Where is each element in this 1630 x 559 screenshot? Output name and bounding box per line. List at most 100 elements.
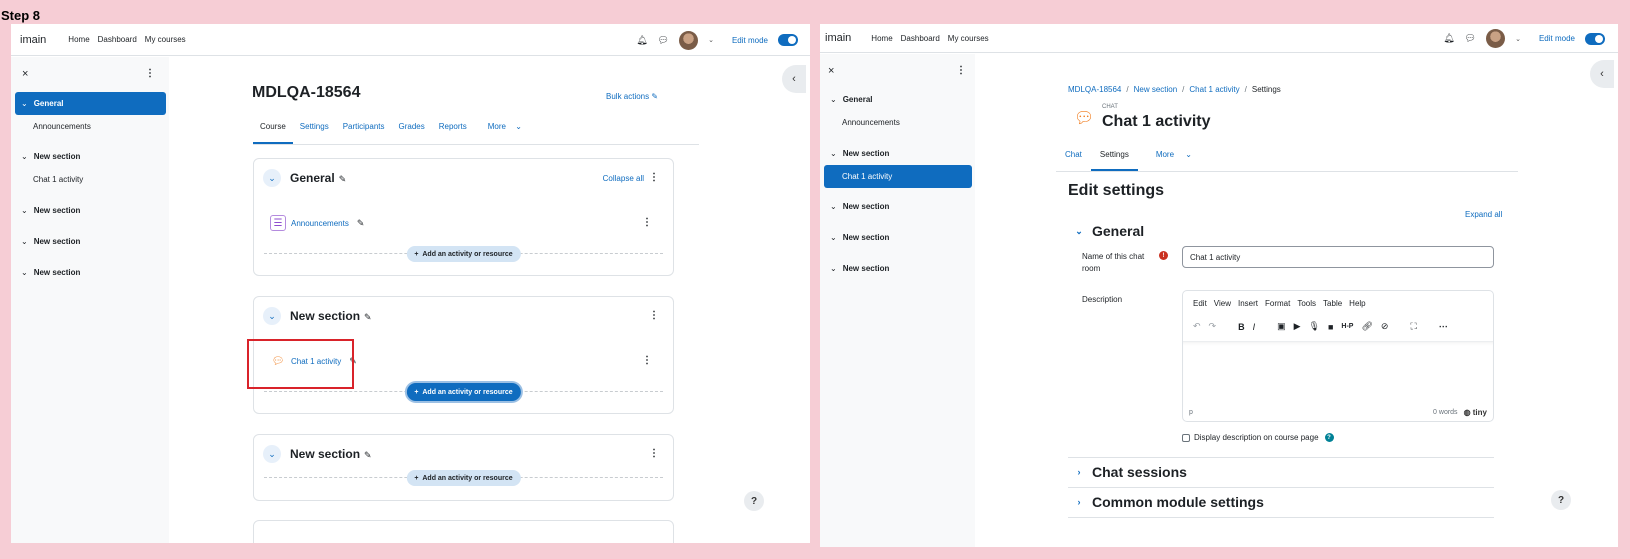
block-drawer-toggle[interactable]: ‹ [1590,60,1614,88]
edit-mode-toggle[interactable] [778,34,798,46]
tab-more[interactable]: More ⌄ [1138,142,1201,171]
drawer-section-general[interactable]: ⌄ General [824,88,972,111]
tab-participants[interactable]: Participants [336,113,392,144]
pencil-icon[interactable]: ✎ [364,450,372,460]
italic-icon[interactable]: I [1253,322,1256,332]
menu-table[interactable]: Table [1323,299,1342,308]
site-brand[interactable]: imain [825,32,851,44]
link-icon[interactable]: 🔗︎ [1361,321,1372,332]
drawer-section-new-3[interactable]: ⌄ New section [15,230,166,253]
site-brand[interactable]: imain [20,34,46,46]
nav-dashboard[interactable]: Dashboard [98,35,137,44]
description-editor[interactable]: Edit View Insert Format Tools Table Help… [1182,290,1494,422]
drawer-section-new-1[interactable]: ⌄ New section [15,145,166,168]
bold-icon[interactable]: B [1238,322,1245,332]
breadcrumb-activity[interactable]: Chat 1 activity [1189,85,1239,94]
kebab-menu-icon[interactable]: ⋮ [956,65,966,76]
menu-edit[interactable]: Edit [1193,299,1207,308]
nav-home[interactable]: Home [871,34,892,43]
kebab-menu-icon[interactable]: ⋮ [649,172,659,183]
kebab-menu-icon[interactable]: ⋮ [649,310,659,321]
tab-course[interactable]: Course [253,113,293,144]
tab-settings[interactable]: Settings [1090,142,1138,171]
expand-all-link[interactable]: Expand all [1465,210,1502,219]
kebab-menu-icon[interactable]: ⋮ [642,217,652,228]
image-icon[interactable]: ▣ [1277,321,1286,332]
edit-mode-toggle[interactable] [1585,32,1605,45]
microphone-icon[interactable]: 🎙︎ [1309,321,1320,332]
chevron-down-icon[interactable]: ⌄ [708,36,714,44]
avatar[interactable] [1486,29,1506,48]
close-drawer-icon[interactable]: × [828,65,834,77]
pencil-icon[interactable]: ✎ [364,312,372,322]
drawer-section-new-3[interactable]: ⌄ New section [824,226,972,249]
menu-view[interactable]: View [1214,299,1231,308]
h5p-icon[interactable]: H-P [1341,323,1353,330]
nav-my-courses[interactable]: My courses [145,35,186,44]
drawer-item-chat[interactable]: Chat 1 activity [824,165,972,188]
editor-content-area[interactable] [1183,341,1493,407]
drawer-section-new-4[interactable]: ⌄ New section [824,257,972,280]
drawer-section-general[interactable]: ⌄ General [15,92,166,115]
tab-reports[interactable]: Reports [432,113,474,144]
nav-home[interactable]: Home [68,35,89,44]
breadcrumb-course[interactable]: MDLQA-18564 [1068,85,1121,94]
block-drawer-toggle[interactable]: ‹ [782,65,806,93]
more-icon[interactable]: ⋯ [1439,321,1448,332]
video-camera-icon[interactable]: ■ [1328,322,1333,332]
drawer-item-announcements[interactable]: Announcements [15,115,166,138]
fullscreen-icon[interactable]: ⛶ [1410,321,1416,332]
help-button[interactable]: ? [744,491,764,511]
help-button[interactable]: ? [1551,490,1571,510]
common-module-settings-header[interactable]: › Common module settings [1072,494,1264,510]
bell-icon[interactable]: 🔔︎ [636,35,647,46]
chat-bubble-icon[interactable]: 💬︎ [1465,33,1476,44]
activity-announcements[interactable]: ☰ Announcements ✎ [270,215,364,231]
nav-my-courses[interactable]: My courses [948,34,989,43]
pencil-icon[interactable]: ✎ [357,218,365,229]
kebab-menu-icon[interactable]: ⋮ [642,355,652,366]
chevron-down-icon[interactable]: ⌄ [263,307,281,325]
display-description-checkbox[interactable] [1182,433,1190,442]
chevron-down-icon[interactable]: ⌄ [263,169,281,187]
breadcrumb-section[interactable]: New section [1134,85,1178,94]
add-activity-button[interactable]: + Add an activity or resource [406,246,521,262]
collapse-all-link[interactable]: Collapse all [603,174,644,183]
redo-icon[interactable]: ↷ [1209,321,1217,332]
kebab-menu-icon[interactable]: ⋮ [145,68,155,79]
avatar[interactable] [679,30,699,50]
drawer-section-new-2[interactable]: ⌄ New section [15,199,166,222]
chevron-down-icon[interactable]: ⌄ [263,445,281,463]
chevron-down-icon[interactable]: ⌄ [1515,35,1521,43]
unlink-icon[interactable]: ⊘ [1381,321,1389,332]
help-icon[interactable]: ? [1324,433,1334,442]
required-icon: ! [1159,251,1168,260]
pencil-icon[interactable]: ✎ [339,174,347,184]
media-icon[interactable]: ▶ [1294,321,1301,332]
tab-settings[interactable]: Settings [293,113,336,144]
undo-icon[interactable]: ↶ [1193,321,1201,332]
close-drawer-icon[interactable]: × [22,68,28,80]
add-activity-button[interactable]: + Add an activity or resource [406,470,521,486]
name-input[interactable]: Chat 1 activity [1182,246,1494,268]
tab-more[interactable]: More ⌄ [474,113,529,144]
drawer-section-new-4[interactable]: ⌄ New section [15,261,166,284]
nav-dashboard[interactable]: Dashboard [901,34,940,43]
menu-tools[interactable]: Tools [1297,299,1316,308]
chat-bubble-icon[interactable]: 💬︎ [658,35,669,46]
menu-insert[interactable]: Insert [1238,299,1258,308]
chat-sessions-header[interactable]: › Chat sessions [1072,464,1187,480]
drawer-item-announcements[interactable]: Announcements [824,111,972,134]
drawer-section-new-2[interactable]: ⌄ New section [824,195,972,218]
bulk-actions-link[interactable]: Bulk actions ✎ [606,92,658,101]
drawer-section-new-1[interactable]: ⌄ New section [824,142,972,165]
general-section-header[interactable]: ⌄ General [1072,223,1144,239]
bell-icon[interactable]: 🔔︎ [1443,33,1454,44]
tab-grades[interactable]: Grades [392,113,432,144]
menu-help[interactable]: Help [1349,299,1365,308]
menu-format[interactable]: Format [1265,299,1290,308]
drawer-item-chat[interactable]: Chat 1 activity [15,168,166,191]
tab-chat[interactable]: Chat [1056,142,1091,171]
add-activity-button[interactable]: + Add an activity or resource [406,383,521,401]
kebab-menu-icon[interactable]: ⋮ [649,448,659,459]
